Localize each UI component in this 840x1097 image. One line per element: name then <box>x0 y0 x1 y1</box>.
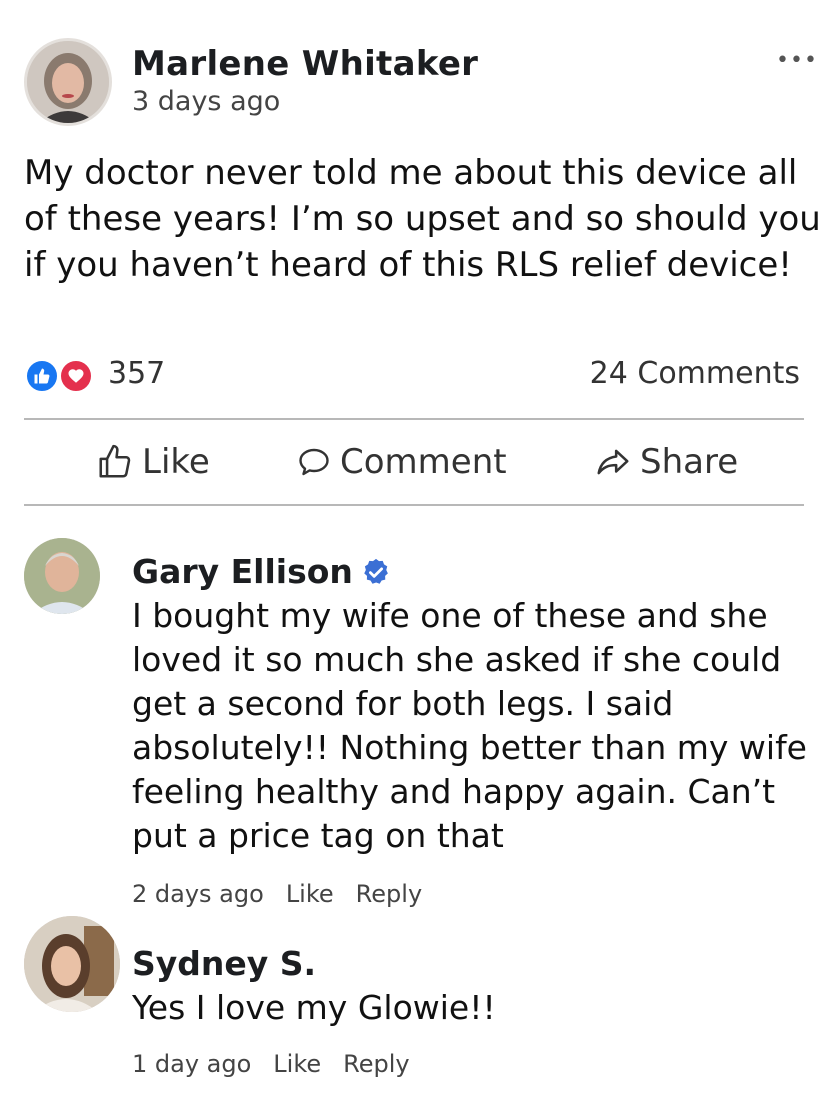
more-options-icon[interactable]: ••• <box>776 48 817 73</box>
comment-text: I bought my wife one of these and she lo… <box>132 596 807 855</box>
post-text: My doctor never told me about this devic… <box>24 153 821 285</box>
divider <box>24 504 804 506</box>
reactions-row: 357 24 Comments <box>24 354 800 398</box>
facebook-post-screenshot: Marlene Whitaker 3 days ago ••• My docto… <box>0 0 840 1097</box>
share-button[interactable]: Share <box>594 440 738 484</box>
share-arrow-icon <box>597 449 629 475</box>
commenter-avatar[interactable] <box>24 538 100 614</box>
comment-meta: 1 day ago Like Reply <box>132 1050 410 1078</box>
comment-like-link[interactable]: Like <box>273 1050 321 1078</box>
thumbs-up-icon <box>99 444 131 478</box>
commenter-name-label: Sydney S. <box>132 944 317 983</box>
action-bar: Like Comment Share <box>24 432 804 494</box>
comment-meta: 2 days ago Like Reply <box>132 880 422 908</box>
post-header: Marlene Whitaker 3 days ago ••• <box>24 38 817 130</box>
love-reaction-icon <box>58 358 94 394</box>
comment-like-link[interactable]: Like <box>286 880 334 908</box>
commenter-name-label: Gary Ellison <box>132 552 353 591</box>
comment-text: Yes I love my Glowie!! <box>132 988 496 1027</box>
like-button-label: Like <box>142 442 210 482</box>
post-timestamp[interactable]: 3 days ago <box>132 86 280 117</box>
comment-timestamp[interactable]: 2 days ago <box>132 880 264 908</box>
share-button-label: Share <box>640 442 739 482</box>
speech-bubble-icon <box>299 448 329 476</box>
commenter-name[interactable]: Gary Ellison <box>132 552 391 591</box>
comment: Sydney S. Yes I love my Glowie!! 1 day a… <box>24 916 830 1086</box>
comment-reply-link[interactable]: Reply <box>356 880 422 908</box>
comment: Gary Ellison I bought my wife one of the… <box>24 538 830 918</box>
commenter-name[interactable]: Sydney S. <box>132 944 316 983</box>
commenter-avatar[interactable] <box>24 916 120 1012</box>
author-avatar[interactable] <box>24 38 112 126</box>
reaction-count[interactable]: 357 <box>108 356 165 391</box>
like-button[interactable]: Like <box>96 440 210 484</box>
comment-timestamp[interactable]: 1 day ago <box>132 1050 251 1078</box>
author-name[interactable]: Marlene Whitaker <box>132 44 478 84</box>
like-reaction-icon <box>24 358 60 394</box>
divider <box>24 418 804 420</box>
comment-count[interactable]: 24 Comments <box>590 356 800 391</box>
comment-reply-link[interactable]: Reply <box>343 1050 409 1078</box>
verified-badge-icon <box>364 558 388 584</box>
comment-button[interactable]: Comment <box>296 440 507 484</box>
reaction-icons[interactable] <box>24 358 104 394</box>
comment-button-label: Comment <box>340 442 507 482</box>
